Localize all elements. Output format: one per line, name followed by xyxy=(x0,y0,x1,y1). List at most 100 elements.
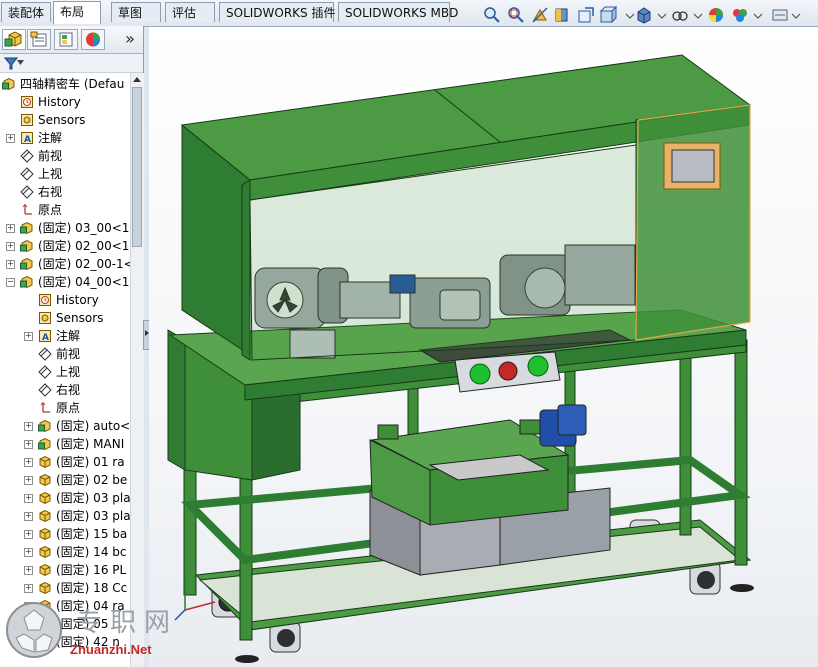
tree-item-27[interactable]: + (固定) 18 Cc xyxy=(0,579,131,597)
tree-item-18[interactable]: + (固定) auto< xyxy=(0,417,131,435)
expand-icon[interactable]: + xyxy=(24,476,33,485)
expand-icon[interactable]: + xyxy=(24,494,33,503)
expand-icon[interactable]: + xyxy=(6,260,15,269)
tree-item-label: (固定) auto< xyxy=(56,419,131,433)
assembly-icon xyxy=(20,275,33,289)
tree-item-25[interactable]: + (固定) 14 bc xyxy=(0,543,131,561)
tree-item-17[interactable]: 原点 xyxy=(0,399,131,417)
tree-item-21[interactable]: + (固定) 02 be xyxy=(0,471,131,489)
plane-icon xyxy=(38,347,52,361)
tree-item-3[interactable]: 前视 xyxy=(0,147,131,165)
graphics-area[interactable] xyxy=(149,27,818,667)
expand-icon[interactable]: + xyxy=(6,224,15,233)
tab-display-manager[interactable] xyxy=(81,29,105,50)
tree-item-label: 上视 xyxy=(56,365,81,379)
display-style-icon[interactable] xyxy=(635,6,653,24)
tree-item-23[interactable]: + (固定) 03 pla xyxy=(0,507,131,525)
part-icon xyxy=(39,527,51,541)
tree-item-label: Sensors xyxy=(38,113,86,127)
tree-item-1[interactable]: Sensors xyxy=(0,111,131,129)
tree-item-9[interactable]: + (固定) 02_00-1< xyxy=(0,255,131,273)
svg-text:A: A xyxy=(42,333,49,343)
expand-icon[interactable]: + xyxy=(24,566,33,575)
tree-item-10[interactable]: − (固定) 04_00<1 xyxy=(0,273,131,291)
view-orientation-icon[interactable] xyxy=(599,6,617,24)
scrollbar-thumb[interactable] xyxy=(132,87,142,247)
tree-item-22[interactable]: + (固定) 03 pla xyxy=(0,489,131,507)
part-icon xyxy=(39,545,51,559)
tree-item-19[interactable]: + (固定) MANI xyxy=(0,435,131,453)
tree-item-label: 右视 xyxy=(38,185,63,199)
tree-item-label: 前视 xyxy=(56,347,81,361)
tree-item-12[interactable]: Sensors xyxy=(0,309,131,327)
panel-collapse-button[interactable]: » xyxy=(122,29,138,49)
tree-item-6[interactable]: 原点 xyxy=(0,201,131,219)
zoom-to-fit-icon[interactable] xyxy=(483,6,501,24)
tab-assembly[interactable]: 装配体 xyxy=(1,2,51,22)
expand-icon[interactable]: + xyxy=(6,242,15,251)
collapse-icon[interactable]: − xyxy=(6,278,15,287)
expand-icon[interactable]: + xyxy=(24,458,33,467)
chevron-down-icon[interactable] xyxy=(749,6,767,24)
section-view-icon[interactable] xyxy=(553,6,571,24)
tree-item-label: 上视 xyxy=(38,167,63,181)
dynamic-annotation-icon[interactable] xyxy=(577,6,595,24)
tree-item-label: (固定) MANI xyxy=(56,437,125,451)
assembly-icon xyxy=(38,419,51,433)
tab-layout[interactable]: 布局 xyxy=(53,1,101,24)
apply-scene-icon[interactable] xyxy=(731,6,749,24)
tree-item-5[interactable]: 右视 xyxy=(0,183,131,201)
expand-icon[interactable]: + xyxy=(24,440,33,449)
machine-model[interactable] xyxy=(149,27,818,667)
tree-item-4[interactable]: 上视 xyxy=(0,165,131,183)
tree-item-24[interactable]: + (固定) 15 ba xyxy=(0,525,131,543)
expand-icon[interactable]: + xyxy=(6,134,15,143)
tree-item-7[interactable]: + (固定) 03_00<1 xyxy=(0,219,131,237)
tab-mbd[interactable]: SOLIDWORKS MBD xyxy=(338,2,458,22)
tree-item-8[interactable]: + (固定) 02_00<1 xyxy=(0,237,131,255)
tree-item-label: History xyxy=(38,95,81,109)
feature-tree-icon xyxy=(4,31,22,47)
funnel-icon[interactable] xyxy=(4,56,18,70)
tree-scrollbar[interactable] xyxy=(130,73,144,667)
chevron-down-icon[interactable] xyxy=(17,60,24,66)
tab-configuration-manager[interactable] xyxy=(54,29,78,50)
annotation-icon: A xyxy=(21,132,33,145)
tree-item-11[interactable]: History xyxy=(0,291,131,309)
tree-item-2[interactable]: + A 注解 xyxy=(0,129,131,147)
svg-text:A: A xyxy=(24,135,31,145)
tree-filter-bar[interactable] xyxy=(0,54,143,73)
tree-item-16[interactable]: 右视 xyxy=(0,381,131,399)
tree-item-26[interactable]: + (固定) 16 PL xyxy=(0,561,131,579)
expand-icon[interactable]: + xyxy=(24,530,33,539)
tree-item-label: (固定) 04_00<1 xyxy=(38,275,130,289)
tab-evaluate[interactable]: 评估 xyxy=(165,2,215,22)
expand-icon[interactable]: + xyxy=(24,512,33,521)
chevron-down-icon[interactable] xyxy=(653,6,671,24)
tab-addins[interactable]: SOLIDWORKS 插件 xyxy=(219,2,335,22)
chevron-down-icon[interactable] xyxy=(689,6,707,24)
tab-feature-tree[interactable] xyxy=(2,29,26,50)
zoom-area-icon[interactable] xyxy=(507,6,525,24)
chevron-down-icon[interactable] xyxy=(787,6,805,24)
expand-icon[interactable]: + xyxy=(24,548,33,557)
tree-root-assembly[interactable]: 四轴精密车 (Defau xyxy=(0,75,131,93)
tab-property-manager[interactable] xyxy=(27,29,51,50)
tree-item-label: 注解 xyxy=(38,131,63,145)
previous-view-icon[interactable] xyxy=(531,6,549,24)
hide-show-items-icon[interactable] xyxy=(671,6,689,24)
expand-icon[interactable]: + xyxy=(24,584,33,593)
tree-item-20[interactable]: + (固定) 01 ra xyxy=(0,453,131,471)
expand-icon[interactable]: + xyxy=(24,332,33,341)
edit-appearance-icon[interactable] xyxy=(707,6,725,24)
scroll-up-icon[interactable] xyxy=(133,76,141,83)
tree-item-0[interactable]: History xyxy=(0,93,131,111)
tree-item-13[interactable]: + A 注解 xyxy=(0,327,131,345)
tab-sketch[interactable]: 草图 xyxy=(111,2,161,22)
tree-item-15[interactable]: 上视 xyxy=(0,363,131,381)
display-manager-icon xyxy=(86,32,100,47)
tree-item-14[interactable]: 前视 xyxy=(0,345,131,363)
tree-item-label: (固定) 16 PL xyxy=(56,563,127,577)
tree-item-label: 原点 xyxy=(56,401,81,415)
expand-icon[interactable]: + xyxy=(24,422,33,431)
